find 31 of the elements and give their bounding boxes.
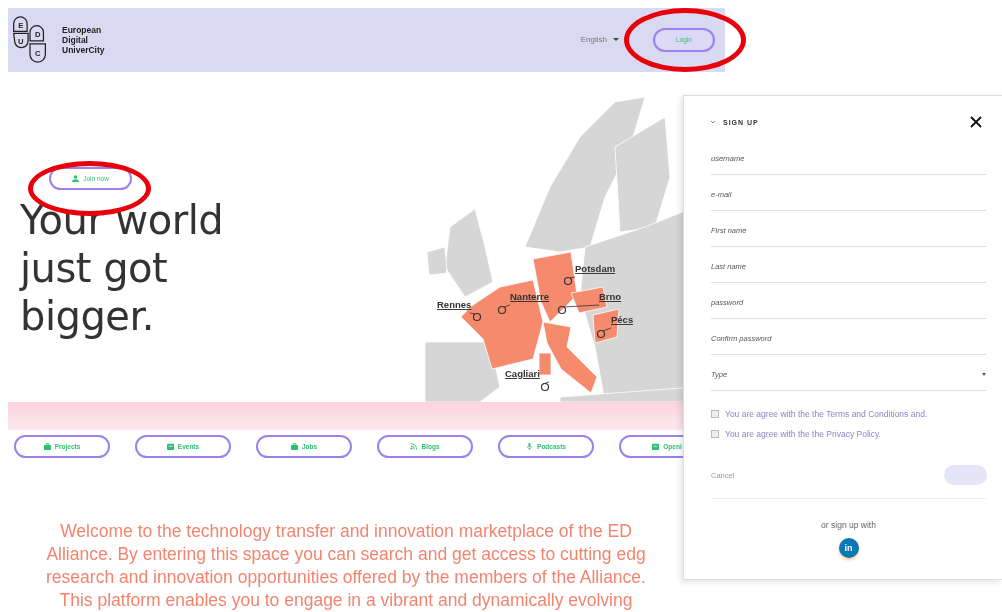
- checkbox-label: You are agree with the the Terms and Conditions and.: [725, 409, 928, 419]
- city-marker: [563, 276, 576, 285]
- caret-icon: [982, 373, 986, 376]
- city-marker: [469, 312, 482, 321]
- briefcase-icon: [43, 443, 51, 451]
- caret-icon: [613, 38, 619, 42]
- microphone-icon: [526, 443, 534, 451]
- feed-icon: [410, 443, 418, 451]
- chevron-icon: [711, 120, 715, 124]
- checkbox-label: You are agree with the the Privacy Policy.: [725, 429, 881, 439]
- alt-signup-text: or sign up with: [820, 520, 877, 530]
- city-label: Potsdam: [575, 262, 616, 274]
- city-marker: [497, 304, 511, 314]
- calendar-icon: [166, 443, 174, 451]
- person-icon: [72, 174, 80, 182]
- city-label: Rennes: [437, 298, 472, 310]
- logo-wordmark: European Digital UniverCity: [62, 24, 105, 55]
- welcome-text: Welcome to the technology transfer and innovation marketplace of the ED Alliance. By entering this space you can search and get access to cutting edg research and innovation opportunities offered by the members of the Alliance. This platform enables you to engage in a vibrant and dynamically evolving: [45, 520, 647, 612]
- checkbox[interactable]: [711, 430, 719, 438]
- close-icon[interactable]: [970, 116, 982, 128]
- city-marker: [540, 381, 550, 391]
- language-selector[interactable]: English: [580, 35, 619, 45]
- checkbox[interactable]: [711, 410, 719, 418]
- submit-button[interactable]: [944, 465, 987, 485]
- calendar-icon: [652, 443, 660, 451]
- linkedin-button[interactable]: in: [838, 538, 859, 558]
- city-label: Cagliari: [505, 367, 540, 379]
- logo-drawing: E D U C: [12, 15, 48, 64]
- city-marker: [557, 304, 600, 314]
- briefcase-icon: [290, 443, 298, 451]
- city-marker: [596, 327, 612, 338]
